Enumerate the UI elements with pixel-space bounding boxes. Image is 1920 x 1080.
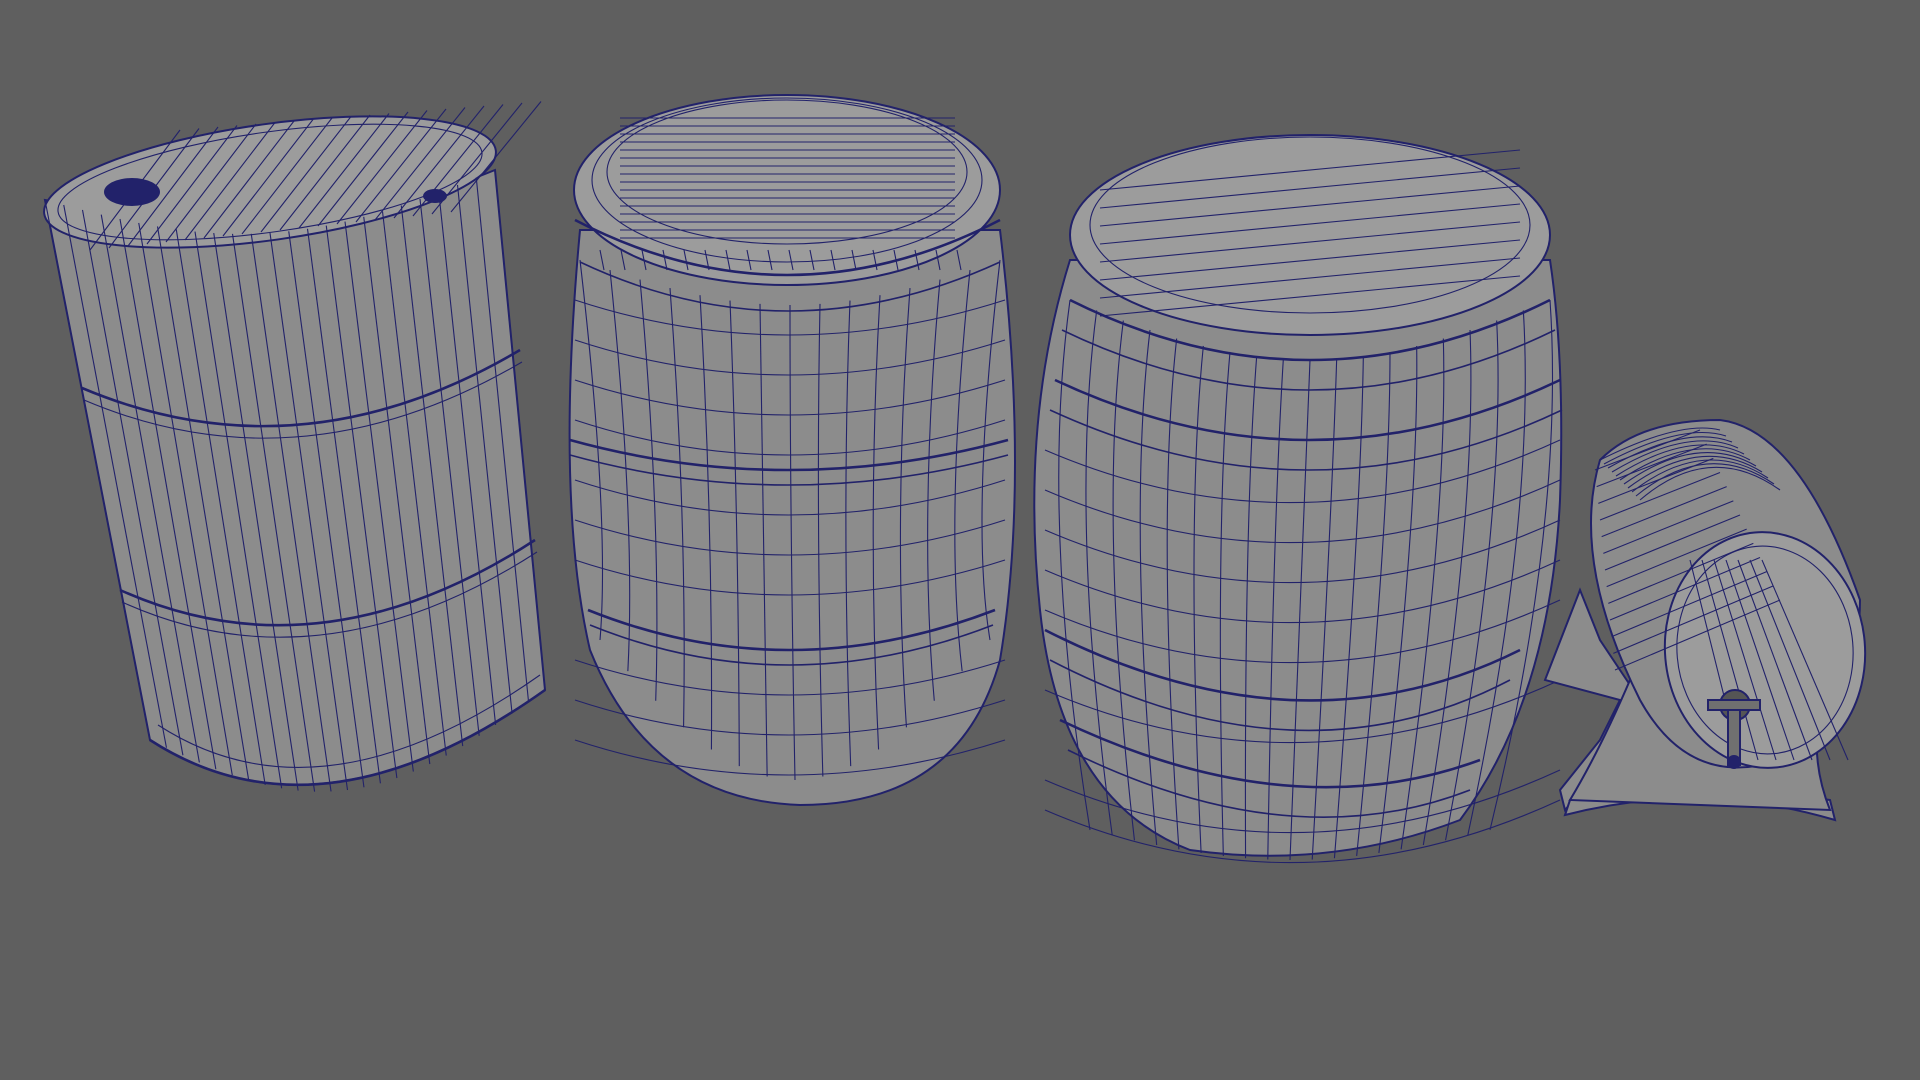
viewport-canvas[interactable] <box>0 0 1920 1080</box>
oil-drum-mesh[interactable] <box>36 93 547 792</box>
wooden-barrel-mesh[interactable] <box>1033 134 1563 864</box>
large-bung[interactable] <box>104 178 160 206</box>
3d-viewport[interactable] <box>0 0 1920 1080</box>
small-keg-mesh[interactable] <box>1543 418 1875 822</box>
small-bung[interactable] <box>423 189 447 203</box>
plastic-barrel-mesh[interactable] <box>568 94 1016 807</box>
